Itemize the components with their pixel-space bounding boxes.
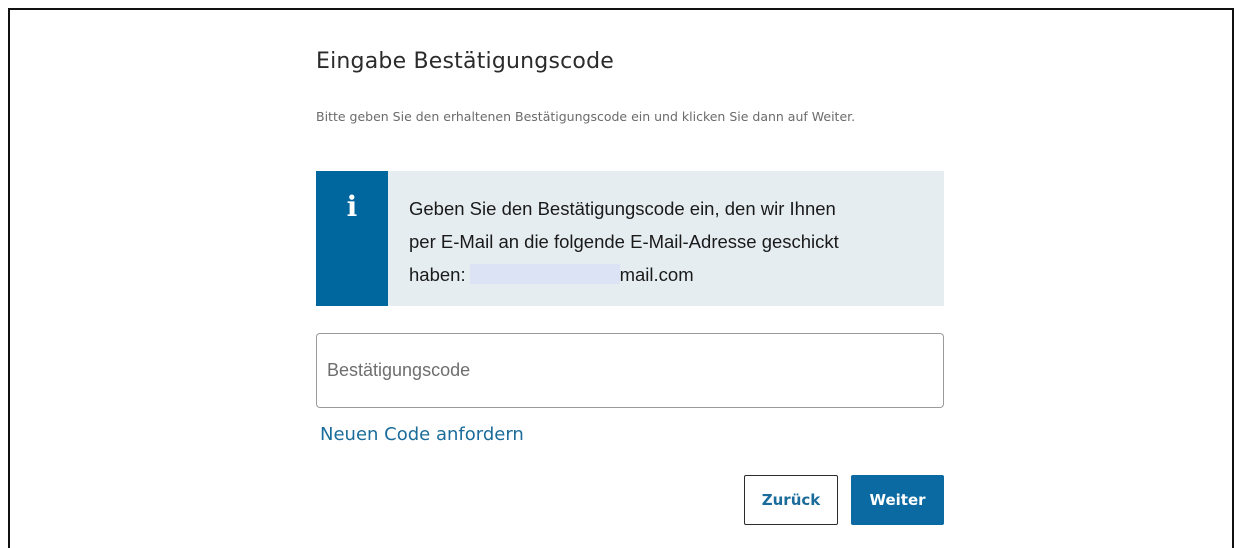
info-box: i Geben Sie den Bestätigungscode ein, de… [316,171,944,306]
info-line-2: per E-Mail an die folgende E-Mail-Adress… [409,231,839,252]
info-line-3-prefix: haben: [409,264,466,285]
back-button[interactable]: Zurück [744,475,838,525]
info-icon: i [346,190,358,223]
redacted-email-block [469,264,620,284]
info-line-1: Geben Sie den Bestätigungscode ein, den … [409,198,836,219]
verification-code-input[interactable] [316,333,944,408]
next-button[interactable]: Weiter [851,475,944,525]
page-title: Eingabe Bestätigungscode [316,49,614,74]
request-new-code-link[interactable]: Neuen Code anfordern [320,424,524,445]
instruction-text: Bitte geben Sie den erhaltenen Bestätigu… [316,109,856,124]
info-stripe: i [316,171,388,306]
info-message: Geben Sie den Bestätigungscode ein, den … [388,171,929,306]
email-suffix: mail.com [619,264,694,285]
